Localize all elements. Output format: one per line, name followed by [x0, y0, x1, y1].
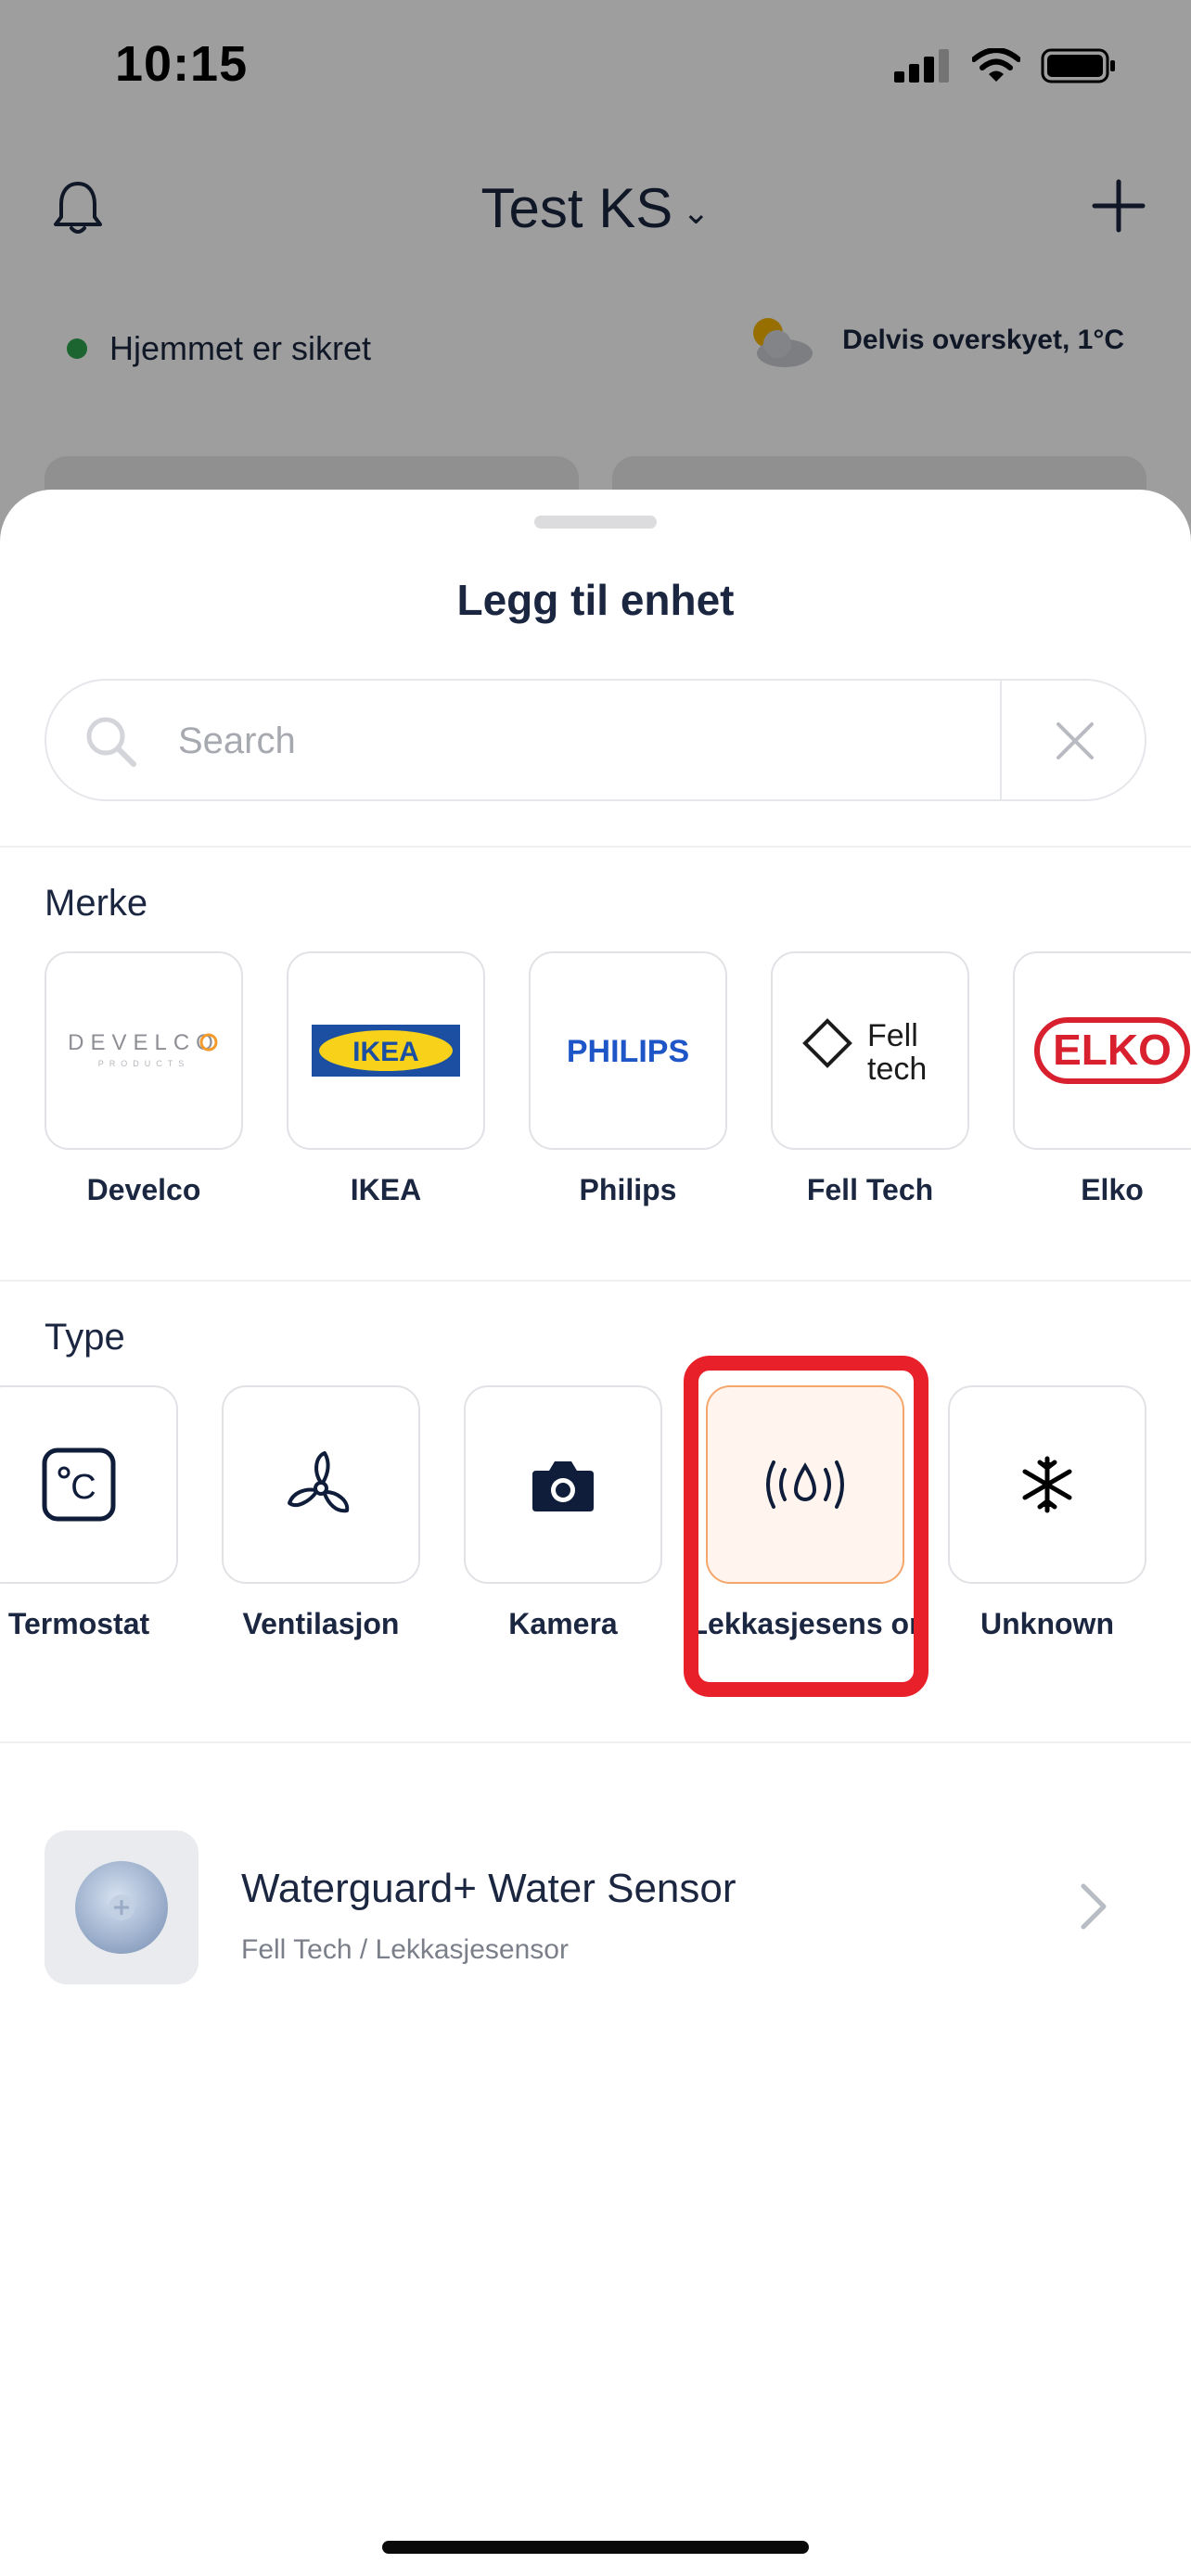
- type-tile-ventilasjon[interactable]: Ventilasjon: [222, 1385, 420, 1645]
- unknown-tile-box: [948, 1385, 1146, 1584]
- selection-highlight: [684, 1356, 928, 1697]
- thermostat-icon: C: [42, 1447, 116, 1522]
- ikea-logo: IKEA: [287, 951, 485, 1150]
- result-subtitle: Fell Tech / Lekkasjesensor: [241, 1934, 569, 1965]
- type-label: Kamera: [508, 1607, 618, 1640]
- brand-label: IKEA: [350, 1173, 422, 1206]
- search-divider: [1000, 681, 1002, 801]
- brand-label: Develco: [86, 1173, 201, 1206]
- svg-text:Fell: Fell: [867, 1018, 918, 1053]
- section-divider: [0, 1280, 1191, 1282]
- water-sensor-image: [75, 1861, 168, 1954]
- type-tile-termostat[interactable]: C Termostat: [0, 1385, 178, 1645]
- camera-tile-box: [464, 1385, 662, 1584]
- thermostat-tile-box: C: [0, 1385, 178, 1584]
- result-row[interactable]: Waterguard+ Water Sensor Fell Tech / Lek…: [45, 1830, 1146, 1986]
- brand-label: Philips: [579, 1173, 677, 1206]
- svg-text:ELKO: ELKO: [1053, 1026, 1172, 1074]
- brand-tile-elko[interactable]: ELKO Elko: [1013, 951, 1191, 1211]
- svg-text:DEVELCO: DEVELCO: [68, 1030, 220, 1055]
- type-tile-unknown[interactable]: Unknown: [948, 1385, 1146, 1645]
- home-indicator: [382, 2541, 809, 2554]
- section-divider: [0, 846, 1191, 848]
- svg-text:PHILIPS: PHILIPS: [567, 1034, 689, 1069]
- elko-logo: ELKO: [1013, 951, 1191, 1150]
- type-label: Termostat: [7, 1607, 150, 1640]
- type-section-label: Type: [45, 1317, 125, 1358]
- chevron-right-icon: [1081, 1883, 1107, 1930]
- svg-text:tech: tech: [867, 1052, 927, 1087]
- sheet-title: Legg til enhet: [456, 576, 735, 624]
- type-label: Unknown: [980, 1607, 1114, 1640]
- camera-icon: [532, 1461, 594, 1511]
- fan-tile-box: [222, 1385, 420, 1584]
- philips-logo: PHILIPS: [529, 951, 727, 1150]
- close-icon: [1057, 722, 1094, 759]
- sheet-grabber[interactable]: [534, 516, 657, 529]
- brand-tile-philips[interactable]: PHILIPS Philips: [529, 951, 727, 1211]
- svg-text:IKEA: IKEA: [352, 1037, 419, 1067]
- svg-text:C: C: [70, 1468, 96, 1507]
- snowflake-icon: [1022, 1456, 1072, 1513]
- result-title: Waterguard+ Water Sensor: [241, 1866, 736, 1911]
- brand-label: Fell Tech: [806, 1173, 934, 1206]
- brand-section-label: Merke: [45, 883, 148, 924]
- type-tile-kamera[interactable]: Kamera: [464, 1385, 662, 1645]
- add-device-sheet: Legg til enhet Merke DEVELCO PRODUCTS D: [0, 490, 1191, 2576]
- develco-logo: DEVELCO PRODUCTS: [45, 951, 243, 1150]
- brand-tile-fell-tech[interactable]: Fell tech Fell Tech: [771, 951, 969, 1211]
- type-list: C Termostat Ventilasjon Kamera Lekkasjes…: [0, 1385, 1191, 1691]
- search-icon: [86, 717, 136, 767]
- water-sensor-thumbnail: [45, 1830, 198, 1984]
- type-label: Ventilasjon: [242, 1607, 400, 1640]
- search-bar[interactable]: [45, 679, 1146, 801]
- section-divider: [0, 1741, 1191, 1743]
- fell-tech-logo: Fell tech: [771, 951, 969, 1150]
- brand-tile-develco[interactable]: DEVELCO PRODUCTS Develco: [45, 951, 243, 1211]
- brand-tile-ikea[interactable]: IKEA IKEA: [287, 951, 485, 1211]
- brand-list: DEVELCO PRODUCTS Develco IKEA IKEA PHILI…: [0, 951, 1191, 1230]
- svg-text:PRODUCTS: PRODUCTS: [98, 1059, 190, 1068]
- search-input[interactable]: [178, 708, 1013, 773]
- clear-search-button[interactable]: [1004, 681, 1146, 801]
- brand-label: Elko: [1081, 1173, 1144, 1206]
- fan-icon: [288, 1451, 350, 1513]
